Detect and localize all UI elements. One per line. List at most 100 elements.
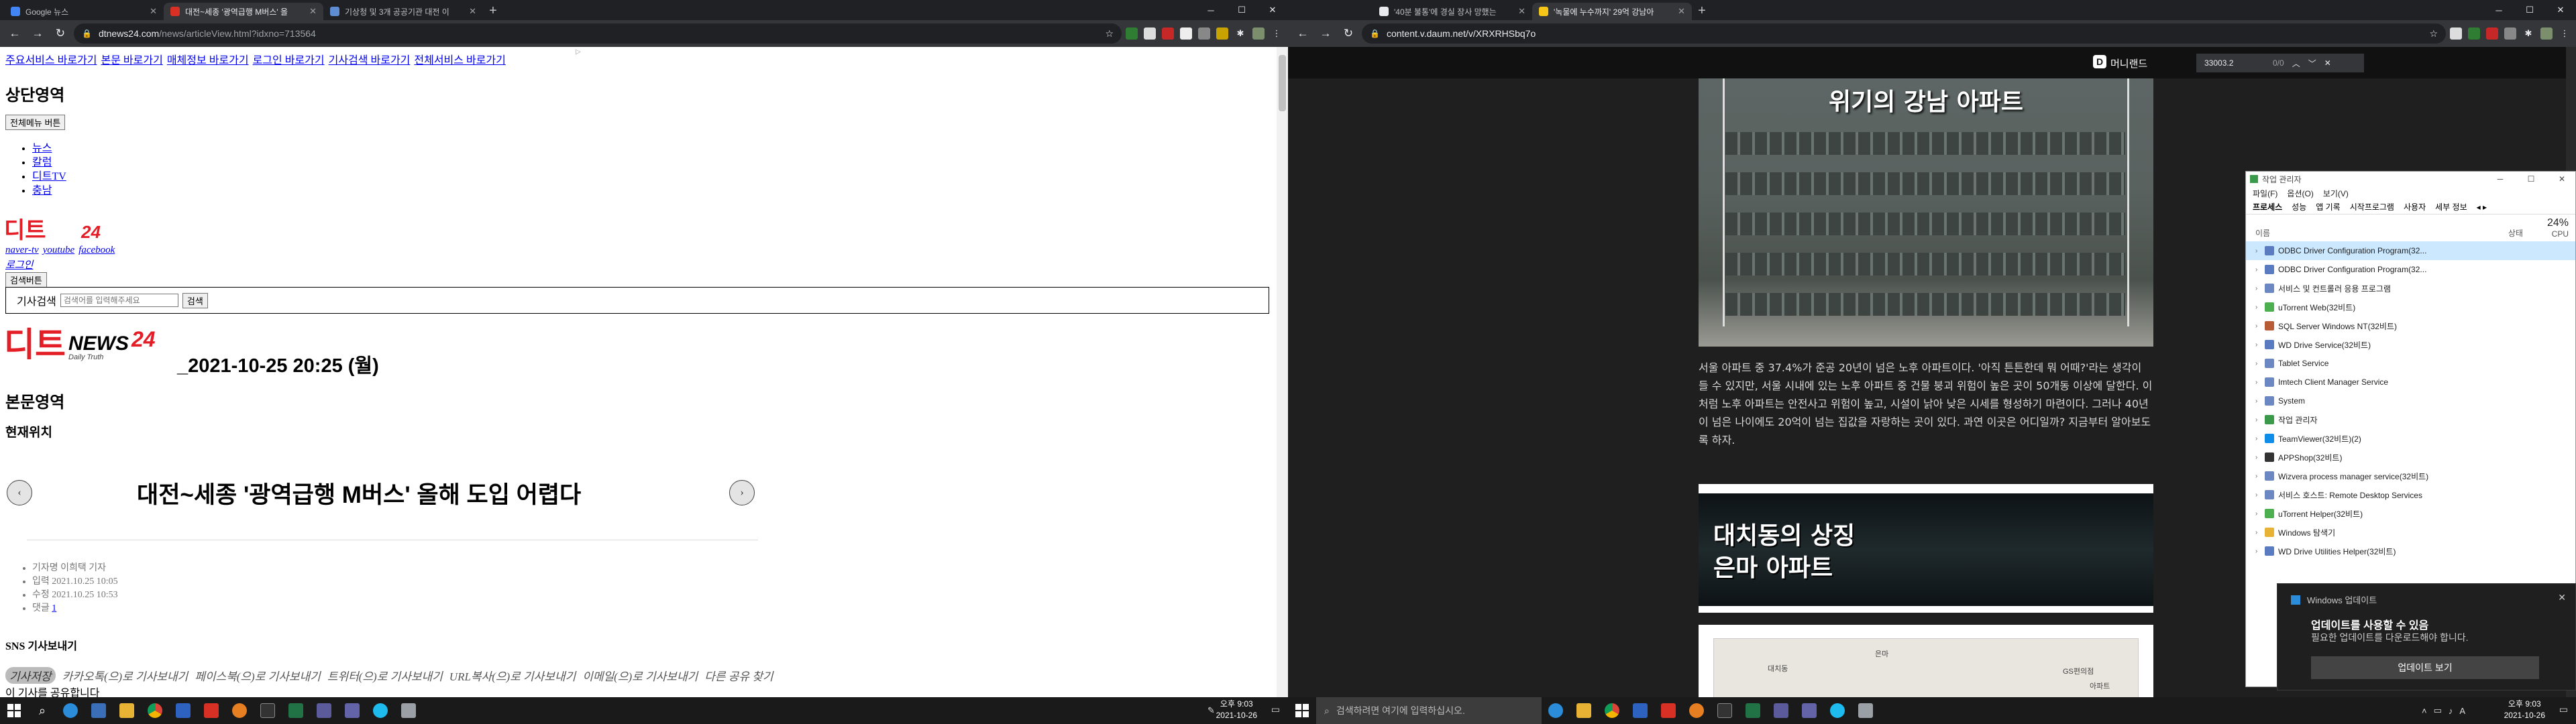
store-icon[interactable]	[85, 697, 113, 724]
excel-icon[interactable]	[1739, 697, 1767, 724]
extension-icon[interactable]	[2450, 27, 2462, 40]
notification-center-icon[interactable]: ▭	[1271, 704, 1280, 715]
page-scrollbar[interactable]	[1277, 47, 1288, 697]
menu-kebab-icon[interactable]: ⋮	[2559, 27, 2571, 40]
taskbar-search[interactable]: ⌕ 검색하려면 여기에 입력하십시오.	[1316, 697, 1542, 724]
share-twitter-button[interactable]: 트위터(으)로 기사보내기	[327, 667, 443, 684]
col-status[interactable]: 상태	[2508, 227, 2523, 239]
volume-icon[interactable]: ♪	[2449, 706, 2453, 716]
facebook-link[interactable]: facebook	[78, 245, 115, 256]
nav-link-column[interactable]: 칼럼	[32, 157, 52, 168]
skip-link[interactable]: 전체서비스 바로가기	[414, 51, 505, 67]
process-row[interactable]: › ODBC Driver Configuration Program(32...	[2246, 260, 2575, 279]
tab-article-1[interactable]: '40분 불통'에 경실 장사 망했는 ✕	[1373, 3, 1532, 20]
ie-icon[interactable]	[1823, 697, 1851, 724]
tray-chevron-icon[interactable]: ˄	[2422, 706, 2427, 716]
windows-update-notification[interactable]: Windows 업데이트 ✕ 업데이트를 사용할 수 있음 필요한 업데이트를 …	[2277, 583, 2576, 690]
close-icon[interactable]: ✕	[2545, 0, 2576, 20]
youtube-link[interactable]: youtube	[43, 245, 74, 256]
process-row[interactable]: › Tablet Service	[2246, 354, 2575, 373]
expand-icon[interactable]: ›	[2255, 548, 2261, 555]
comment-count-link[interactable]: 1	[52, 603, 56, 613]
back-icon[interactable]: ←	[5, 24, 24, 43]
save-article-button[interactable]: 기사저장	[5, 667, 56, 684]
prev-article-icon[interactable]: ‹	[7, 480, 32, 505]
scrollbar-thumb[interactable]	[1279, 55, 1286, 111]
edge-icon[interactable]	[1542, 697, 1570, 724]
col-cpu[interactable]: CPU	[2552, 229, 2569, 239]
expand-icon[interactable]: ›	[2255, 510, 2261, 518]
expand-icon[interactable]: ›	[2255, 247, 2261, 255]
expand-icon[interactable]: ›	[2255, 379, 2261, 386]
reload-icon[interactable]: ↻	[1339, 24, 1358, 43]
menu-file[interactable]: 파일(F)	[2253, 188, 2277, 199]
profile-avatar[interactable]	[1252, 27, 1265, 40]
extension-icon[interactable]	[1162, 27, 1174, 40]
expand-icon[interactable]: ›	[2255, 473, 2261, 480]
maximize-icon[interactable]: ☐	[2514, 0, 2545, 20]
more-share-button[interactable]: 다른 공유 찾기	[704, 667, 773, 684]
bookmark-star-icon[interactable]: ☆	[1105, 28, 1114, 40]
windows-start-icon[interactable]	[0, 697, 28, 724]
tab-close-icon[interactable]: ✕	[309, 6, 317, 17]
app-icon[interactable]	[169, 697, 197, 724]
maximize-icon[interactable]: ☐	[1226, 0, 1257, 20]
right-clock[interactable]: 오후 9:03 2021-10-26	[2504, 699, 2545, 721]
extension-icon[interactable]	[1126, 27, 1138, 40]
explorer-icon[interactable]	[1570, 697, 1598, 724]
process-row[interactable]: › WD Drive Service(32비트)	[2246, 335, 2575, 354]
extension-icon[interactable]	[1216, 27, 1228, 40]
close-icon[interactable]: ✕	[2548, 174, 2575, 184]
process-row[interactable]: › WD Drive Utilities Helper(32비트)	[2246, 542, 2575, 560]
app-icon[interactable]	[310, 697, 338, 724]
excel-icon[interactable]	[282, 697, 310, 724]
expand-icon[interactable]: ›	[2255, 454, 2261, 461]
teams-icon[interactable]	[338, 697, 366, 724]
menu-view[interactable]: 보기(V)	[2323, 188, 2349, 199]
skip-link[interactable]: 본문 바로가기	[101, 51, 162, 67]
terminal-icon[interactable]	[1711, 697, 1739, 724]
pen-icon[interactable]: ✎	[1208, 705, 1215, 716]
search-app-icon[interactable]	[1682, 697, 1711, 724]
nav-link-dttv[interactable]: 디트TV	[32, 171, 66, 182]
address-bar[interactable]: 🔒 dtnews24.com/news/articleView.html?idx…	[74, 23, 1122, 44]
nav-link-news[interactable]: 뉴스	[32, 143, 52, 154]
extension-icon[interactable]	[2486, 27, 2498, 40]
expand-icon[interactable]: ›	[2255, 398, 2261, 405]
share-kakao-button[interactable]: 카카오톡(으)로 기사보내기	[62, 667, 189, 684]
tab-scroll-arrows-icon[interactable]: ◂ ▸	[2477, 202, 2487, 212]
process-row[interactable]: › 서비스 및 컨트롤러 응용 프로그램	[2246, 279, 2575, 298]
tab-details[interactable]: 세부 정보	[2435, 201, 2467, 213]
brand-name[interactable]: 머니랜드	[2110, 56, 2147, 70]
tab-close-icon[interactable]: ✕	[1518, 6, 1525, 17]
process-row[interactable]: › Windows 탐색기	[2246, 523, 2575, 542]
maximize-icon[interactable]: ☐	[2518, 174, 2544, 184]
minimize-icon[interactable]: ─	[2487, 174, 2514, 184]
ime-icon[interactable]: A	[2459, 706, 2465, 716]
process-row[interactable]: › 서비스 호스트: Remote Desktop Services	[2246, 485, 2575, 504]
login-link[interactable]: 로그인	[5, 257, 33, 272]
all-menu-button[interactable]: 전체메뉴 버튼	[5, 115, 66, 130]
site-logo-small[interactable]: 디트 24	[4, 212, 101, 245]
left-clock[interactable]: 오후 9:03 2021-10-26	[1216, 699, 1257, 721]
reload-icon[interactable]: ↻	[51, 24, 70, 43]
close-icon[interactable]: ✕	[1257, 0, 1288, 20]
naver-tv-link[interactable]: naver-tv	[5, 245, 39, 256]
search-app-icon[interactable]	[225, 697, 254, 724]
tab-article-2[interactable]: '녹물에 누수까지' 29억 강남아 ✕	[1532, 3, 1692, 20]
process-row[interactable]: › System	[2246, 391, 2575, 410]
tab-google-news[interactable]: Google 뉴스 ✕	[4, 3, 164, 20]
tab-close-icon[interactable]: ✕	[1678, 6, 1685, 17]
acrobat-icon[interactable]	[1654, 697, 1682, 724]
new-tab-icon[interactable]: +	[483, 3, 503, 19]
find-close-icon[interactable]: ✕	[2324, 58, 2331, 68]
search-toggle-button[interactable]: 검색버튼	[5, 272, 47, 288]
find-next-icon[interactable]: ﹀	[2308, 58, 2316, 69]
expand-icon[interactable]: ›	[2255, 529, 2261, 536]
extension-icon[interactable]	[1144, 27, 1156, 40]
terminal-icon[interactable]	[254, 697, 282, 724]
extension-icon[interactable]	[1198, 27, 1210, 40]
forward-icon[interactable]: →	[1316, 24, 1335, 43]
app-icon[interactable]	[1851, 697, 1880, 724]
expand-icon[interactable]: ›	[2255, 266, 2261, 274]
